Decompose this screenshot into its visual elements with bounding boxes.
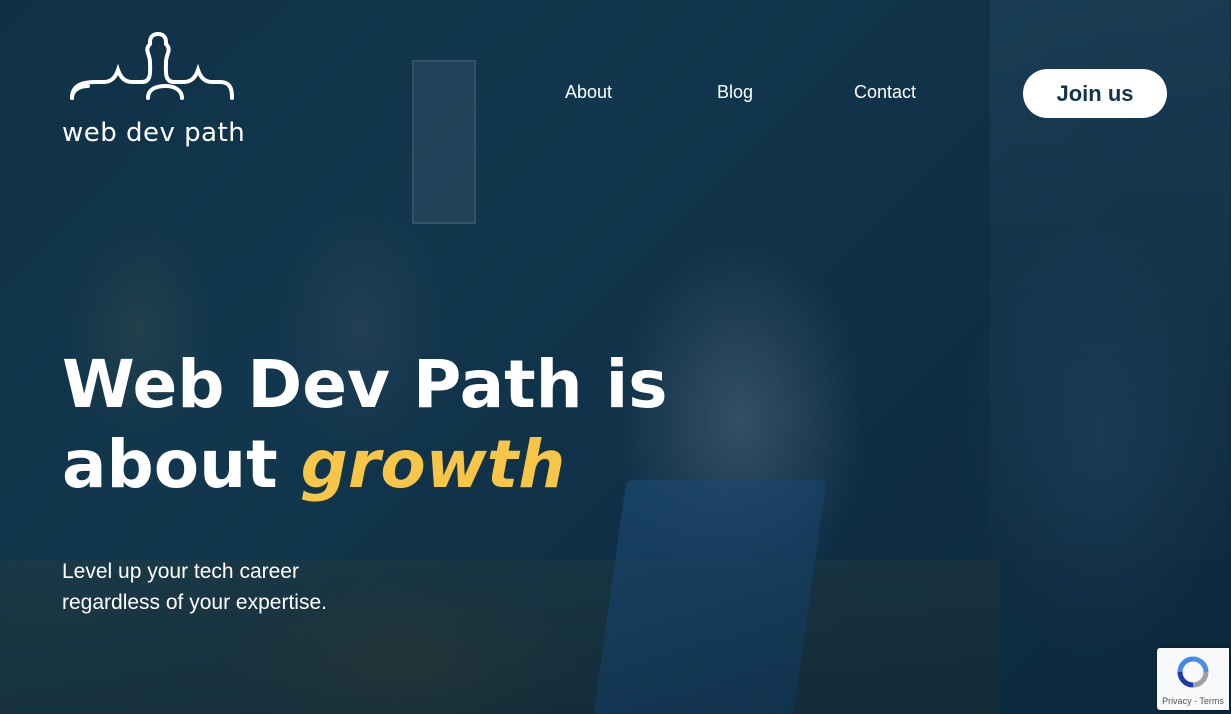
nav-contact-link[interactable]: Contact <box>854 82 916 103</box>
headline-line-2-prefix: about <box>62 426 301 503</box>
logo-text: web dev path <box>62 118 246 148</box>
hero-headline: Web Dev Path is about growth <box>62 345 668 505</box>
nav-about-link[interactable]: About <box>565 82 612 103</box>
recaptcha-badge[interactable]: Privacy - Terms <box>1157 648 1229 710</box>
join-us-button[interactable]: Join us <box>1023 69 1167 118</box>
headline-line-1: Web Dev Path is <box>62 346 668 423</box>
nav-blog-link[interactable]: Blog <box>717 82 753 103</box>
recaptcha-icon <box>1177 656 1209 688</box>
hero-subheading: Level up your tech career regardless of … <box>62 560 327 614</box>
curly-brace-path-logo-icon <box>70 32 234 100</box>
recaptcha-links: Privacy - Terms <box>1157 696 1229 706</box>
recaptcha-terms-link[interactable]: Terms <box>1199 696 1224 706</box>
hero-section: web dev path About Blog Contact Join us … <box>0 0 1231 714</box>
recaptcha-privacy-link[interactable]: Privacy <box>1162 696 1192 706</box>
logo-link[interactable]: web dev path <box>62 32 246 152</box>
headline-accent-word: growth <box>300 426 566 503</box>
